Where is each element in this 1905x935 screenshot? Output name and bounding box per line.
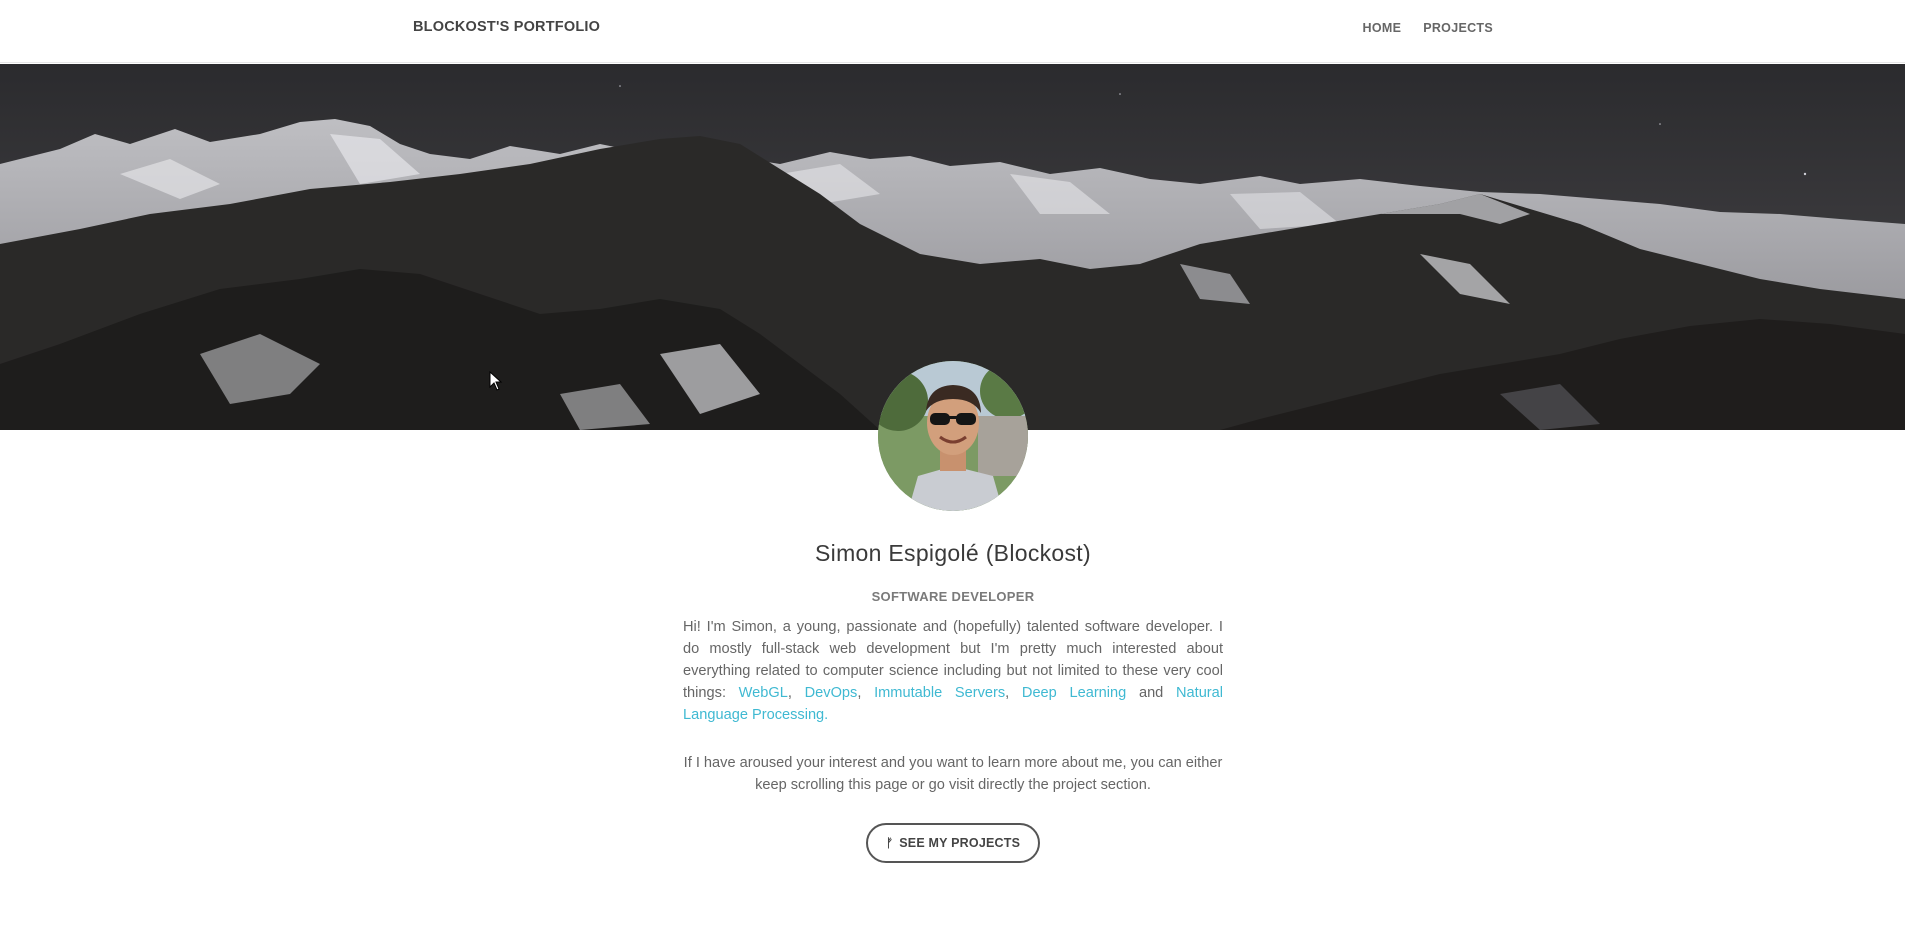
link-immutable-servers[interactable]: Immutable Servers — [874, 685, 1005, 701]
bio-and: and — [1126, 685, 1176, 701]
code-branch-icon: ᚠ — [885, 836, 894, 850]
profile-role: SOFTWARE DEVELOPER — [871, 589, 1035, 604]
avatar-photo — [878, 361, 1028, 511]
bio-separator: , — [1005, 685, 1022, 701]
bio-separator: , — [787, 685, 805, 701]
link-webgl[interactable]: WebGL — [739, 685, 788, 701]
nav-links: HOME PROJECTS — [1363, 21, 1493, 35]
nav-link-home[interactable]: HOME — [1363, 21, 1402, 35]
link-devops[interactable]: DevOps — [805, 685, 858, 701]
navbar: BLOCKOST'S PORTFOLIO HOME PROJECTS — [0, 0, 1905, 63]
bio-separator: , — [857, 685, 875, 701]
profile-name: Simon Espigolé (Blockost) — [815, 540, 1091, 566]
see-projects-label: SEE MY PROJECTS — [899, 836, 1021, 850]
see-projects-button[interactable]: ᚠ SEE MY PROJECTS — [866, 823, 1040, 863]
scroll-note: If I have aroused your interest and you … — [683, 755, 1223, 793]
brand-link[interactable]: BLOCKOST'S PORTFOLIO — [413, 19, 600, 35]
link-deep-learning[interactable]: Deep Learning — [1022, 685, 1126, 701]
avatar — [878, 361, 1028, 511]
mouse-cursor-icon — [489, 371, 503, 391]
bio-paragraph: Hi! I'm Simon, a young, passionate and (… — [683, 616, 1223, 726]
nav-link-projects[interactable]: PROJECTS — [1423, 21, 1493, 35]
profile-content: Simon Espigolé (Blockost) SOFTWARE DEVEL… — [683, 540, 1223, 863]
